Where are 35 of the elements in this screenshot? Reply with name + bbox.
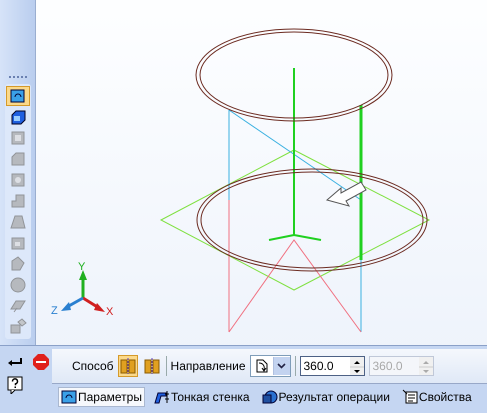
shapes-icon (262, 389, 278, 405)
step-icon (8, 192, 26, 210)
tool-button[interactable] (6, 86, 30, 106)
sketch-icon (61, 389, 77, 405)
help-icon[interactable] (7, 376, 23, 394)
block-icon (8, 150, 26, 168)
method-option-button[interactable] (118, 355, 138, 377)
split-icon (142, 357, 161, 375)
sphere-icon (8, 276, 26, 294)
sketch-icon (8, 87, 26, 105)
method-label: Способ (72, 359, 114, 373)
axis-triad-icon (61, 270, 105, 312)
axis-label: Z (51, 306, 58, 317)
axis-label: X (106, 307, 114, 318)
caret-icon (277, 363, 286, 369)
axis-label: Y (78, 262, 86, 273)
direction-dropdown[interactable] (250, 355, 290, 377)
blocks-icon (8, 318, 26, 336)
split-icon (118, 357, 137, 375)
trapezoid-icon (8, 213, 26, 231)
pentagon-icon (8, 255, 26, 273)
tab[interactable]: Результат операции (258, 387, 393, 407)
wall-icon (154, 389, 170, 405)
frame-icon (8, 129, 26, 147)
method-option-button[interactable] (142, 355, 162, 377)
stop-icon[interactable] (33, 354, 49, 370)
tab[interactable]: Параметры (58, 387, 145, 407)
sheet-icon (402, 389, 418, 405)
tab[interactable]: Тонкая стенка (150, 387, 253, 407)
direction-label: Направление (170, 359, 246, 373)
enter-icon[interactable] (7, 357, 23, 367)
direction-arrow-icon[interactable] (326, 181, 367, 207)
tab[interactable]: Свойства (398, 387, 475, 407)
hole-icon (8, 171, 26, 189)
cube-icon (8, 108, 26, 126)
